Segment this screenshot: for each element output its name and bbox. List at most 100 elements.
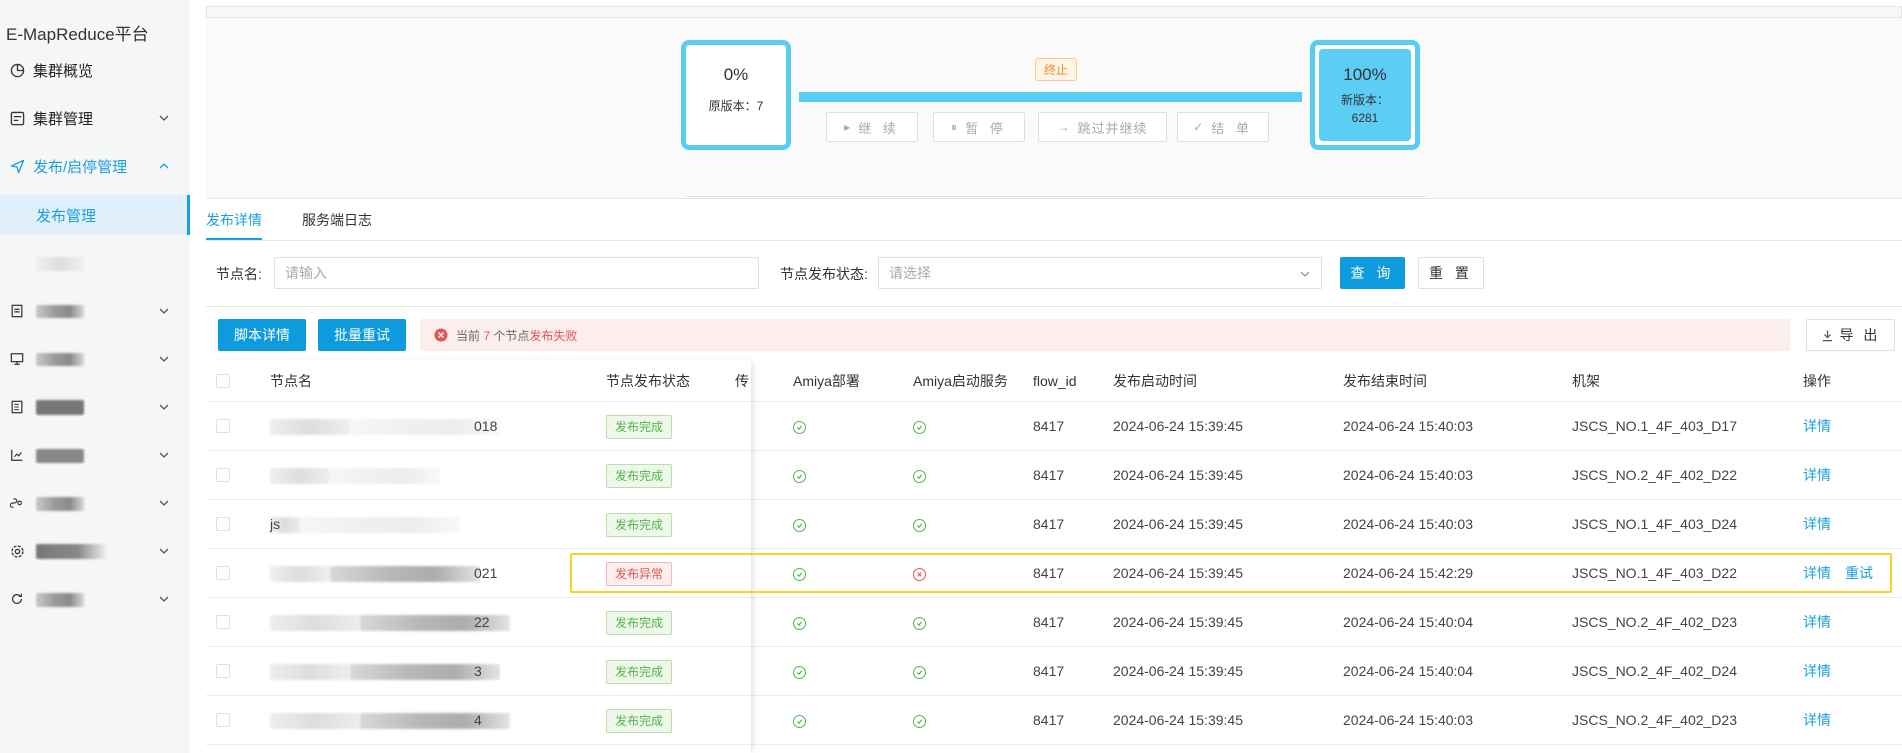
col-status[interactable]: 节点发布状态 [606,360,690,402]
success-check-icon [913,469,926,483]
node-name-input[interactable]: 请输入 [274,257,759,289]
redacted-label [36,400,84,415]
sidebar-item-redacted-3[interactable] [0,387,190,427]
flow-id-cell: 8417 [1033,614,1065,630]
redacted-node-name [270,713,360,729]
end-time-cell: 2024-06-24 15:40:04 [1343,663,1473,679]
status-select[interactable]: 请选择 [878,257,1322,289]
success-check-icon [913,665,926,679]
pause-button[interactable]: ⏸ 暂 停 [933,112,1025,142]
node-name-suffix: js [270,516,281,532]
success-check-icon [793,420,806,434]
row-checkbox[interactable] [216,468,230,482]
detail-link[interactable]: 详情 [1803,516,1831,532]
start-time-cell: 2024-06-24 15:39:45 [1113,467,1243,483]
col-start-time[interactable]: 发布启动时间 [1113,360,1197,402]
sidebar-item-cluster-manage[interactable]: 集群管理 [0,98,190,138]
row-checkbox[interactable] [216,615,230,629]
reset-button[interactable]: 重 置 [1418,257,1484,289]
col-rack[interactable]: 机架 [1572,360,1600,402]
sidebar-item-cluster-overview[interactable]: 集群概览 [0,50,190,90]
col-partial[interactable]: 传 [735,360,749,402]
new-percent: 100% [1343,65,1387,84]
flow-id-cell: 8417 [1033,516,1065,532]
redacted-node-name [270,664,350,680]
row-checkbox[interactable] [216,713,230,727]
brand-title: E-MapReduce平台 [6,25,149,44]
success-check-icon [793,518,806,532]
sidebar-item-redacted-1[interactable] [0,291,190,331]
row-checkbox[interactable] [216,664,230,678]
start-time-cell: 2024-06-24 15:39:45 [1113,663,1243,679]
row-checkbox[interactable] [216,419,230,433]
sidebar-item-redacted-7[interactable] [0,579,190,619]
table-row: js 发布完成 8417 2024-06-24 15:39:45 2024-06-24 … [206,500,1902,549]
detail-link[interactable]: 详情 [1803,418,1831,434]
tab-release-detail[interactable]: 发布详情 [206,200,262,240]
amiya-start-cell [913,500,926,549]
detail-link[interactable]: 详情 [1803,467,1831,483]
col-node-name[interactable]: 节点名 [270,360,312,402]
success-check-icon [913,518,926,532]
old-version-label: 原版本：7 [708,99,764,113]
rack-cell: JSCS_NO.1_4F_403_D17 [1572,418,1737,434]
old-percent: 0% [723,65,749,84]
status-cell: 发布完成 [606,500,673,549]
new-version-box: 100% 新版本： 6281 [1310,40,1420,150]
sidebar-item-redacted-6[interactable] [0,531,190,571]
col-end-time[interactable]: 发布结束时间 [1343,360,1427,402]
tab-server-log[interactable]: 服务端日志 [302,200,372,240]
close-order-button[interactable]: ✓ 结 单 [1177,112,1269,142]
success-check-icon [793,714,806,728]
redacted-label [36,593,84,607]
failure-alert: 当前 7 个节点发布失败 [420,319,1790,351]
success-check-icon [913,616,926,630]
end-time-cell: 2024-06-24 15:40:04 [1343,614,1473,630]
list-icon [9,399,25,415]
redacted-label [36,353,84,366]
col-ops[interactable]: 操作 [1803,360,1831,402]
sidebar-item-redacted-4[interactable] [0,435,190,475]
redacted-node-name [330,468,440,484]
status-filter-label: 节点发布状态: [780,266,868,282]
redacted-node-name [360,713,510,729]
status-cell: 发布完成 [606,402,673,451]
sidebar-item-release[interactable]: 发布管理 [0,195,190,235]
refresh-icon [9,591,25,607]
select-all-checkbox[interactable] [216,374,230,388]
batch-retry-button[interactable]: 批量重试 [318,319,406,351]
row-checkbox[interactable] [216,566,230,580]
success-check-icon [793,665,806,679]
col-flow-id[interactable]: flow_id [1033,360,1077,402]
top-strip [206,6,1902,18]
send-icon [9,158,25,174]
chevron-down-icon [159,596,169,602]
rack-cell: JSCS_NO.2_4F_402_D23 [1572,614,1737,630]
sidebar-item-label: 发布管理 [36,207,97,225]
sidebar-item-release-manage[interactable]: 发布/启停管理 [0,146,190,186]
chevron-down-icon [159,452,169,458]
end-time-cell: 2024-06-24 15:40:03 [1343,516,1473,532]
col-amiya-start[interactable]: Amiya启动服务 [913,360,1008,402]
chevron-down-icon [159,356,169,362]
status-cell: 发布完成 [606,696,673,745]
continue-button[interactable]: ▸ 继 续 [826,112,918,142]
detail-link[interactable]: 详情 [1803,614,1831,630]
end-time-cell: 2024-06-24 15:40:03 [1343,467,1473,483]
script-detail-button[interactable]: 脚本详情 [218,319,306,351]
sidebar-item-redacted-5[interactable] [0,483,190,523]
rack-cell: JSCS_NO.2_4F_402_D24 [1572,663,1737,679]
ops-cell: 详情 [1803,500,1845,549]
row-checkbox[interactable] [216,517,230,531]
detail-link[interactable]: 详情 [1803,712,1831,728]
detail-link[interactable]: 详情 [1803,663,1831,679]
export-button[interactable]: 导 出 [1806,319,1895,351]
pause-icon: ⏸ [951,119,958,134]
col-amiya-deploy[interactable]: Amiya部署 [793,360,860,402]
flow-id-cell: 8417 [1033,712,1065,728]
query-button[interactable]: 查 询 [1340,257,1405,289]
new-version-label: 新版本： 6281 [1340,93,1389,125]
sidebar-item-redacted-2[interactable] [0,339,190,379]
skip-continue-button[interactable]: → 跳过并继续 [1038,112,1167,142]
table-row: 发布完成 8417 2024-06-24 15:39:45 2024-06-24 15… [206,451,1902,500]
